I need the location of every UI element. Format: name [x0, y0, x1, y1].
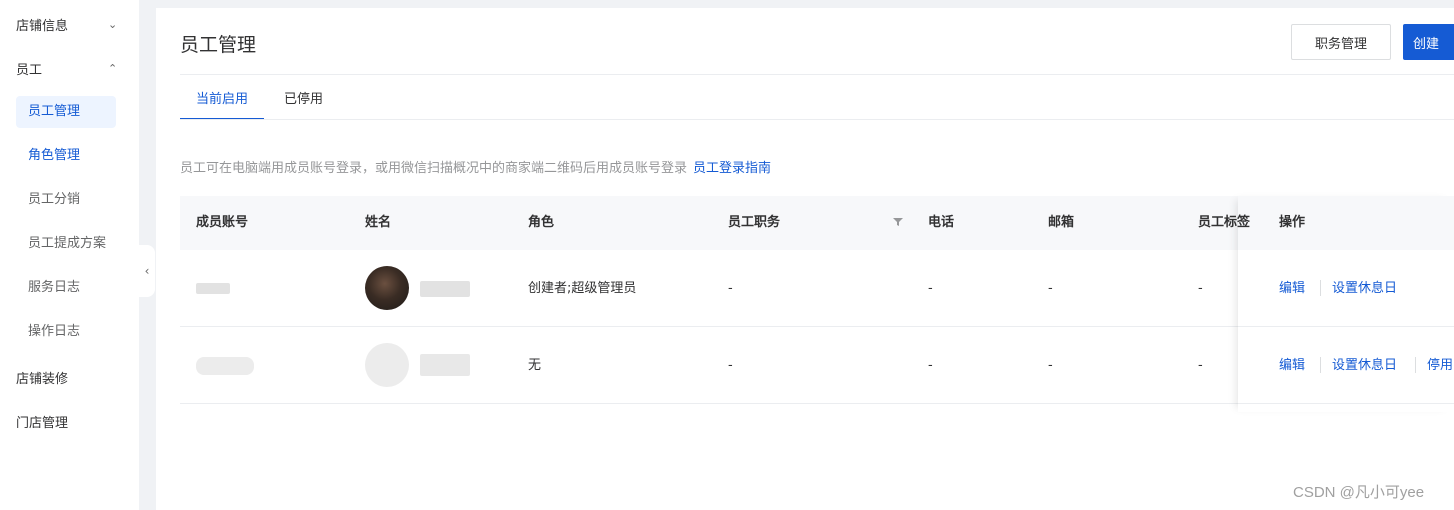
duty-cell: -: [728, 281, 733, 296]
column-header-phone: 电话: [928, 215, 955, 230]
column-header-duty: 员工职务: [728, 215, 781, 230]
table-header: 成员账号 姓名 角色 员工职务 电话 邮箱 员工标签 操作: [180, 196, 1454, 250]
create-staff-button[interactable]: 创建: [1403, 24, 1454, 60]
sidebar-group-label: 店铺装修: [16, 372, 69, 387]
role-cell: 无: [528, 358, 542, 373]
set-rest-day-link[interactable]: 设置休息日: [1332, 327, 1397, 404]
divider: [180, 119, 1454, 120]
sidebar-item-staff-distribution[interactable]: 员工分销: [16, 184, 116, 216]
email-cell: -: [1048, 281, 1053, 296]
divider: [1415, 357, 1416, 373]
sidebar-item-commission-plan[interactable]: 员工提成方案: [16, 228, 116, 260]
divider: [180, 74, 1454, 75]
sidebar-item-role-management[interactable]: 角色管理: [16, 140, 116, 172]
login-guide-link[interactable]: 员工登录指南: [693, 161, 771, 176]
column-header-tag: 员工标签: [1198, 215, 1251, 230]
table-row: 创建者;超级管理员 - - - - 编辑 设置休息日: [180, 250, 1454, 327]
filter-icon[interactable]: [893, 217, 903, 227]
chevron-down-icon: ⌄: [108, 18, 118, 31]
login-tip: 员工可在电脑端用成员账号登录，或用微信扫描概况中的商家端二维码后用成员账号登录员…: [180, 157, 771, 176]
sidebar-item-staff-management[interactable]: 员工管理: [16, 96, 116, 128]
tag-cell: -: [1198, 358, 1203, 373]
table-row: 无 - - - - 编辑 设置休息日 停用: [180, 327, 1454, 404]
role-cell: 创建者;超级管理员: [528, 281, 637, 296]
column-header-name: 姓名: [365, 215, 392, 230]
phone-cell: -: [928, 358, 933, 373]
chevron-up-icon: ⌃: [108, 62, 118, 75]
sidebar-group-label: 门店管理: [16, 416, 69, 431]
column-header-account: 成员账号: [196, 215, 249, 230]
sidebar-item-operation-log[interactable]: 操作日志: [16, 316, 116, 348]
divider: [1320, 280, 1321, 296]
avatar: [365, 266, 409, 310]
sidebar-group-store-decoration[interactable]: 店铺装修: [16, 368, 68, 387]
set-rest-day-link[interactable]: 设置休息日: [1332, 250, 1397, 327]
blurred-account: [196, 283, 230, 294]
chevron-left-icon: ‹: [144, 264, 150, 278]
tab-disabled-staff[interactable]: 已停用: [284, 88, 323, 120]
watermark: CSDN @凡小可yee: [1293, 484, 1425, 501]
tag-cell: -: [1198, 281, 1203, 296]
duty-management-button[interactable]: 职务管理: [1291, 24, 1391, 60]
main-panel: 员工管理 职务管理 创建 当前启用 已停用 员工可在电脑端用成员账号登录，或用微…: [156, 8, 1454, 510]
column-header-email: 邮箱: [1048, 215, 1075, 230]
disable-link[interactable]: 停用: [1427, 327, 1453, 404]
sidebar-group-store-management[interactable]: 门店管理: [16, 412, 68, 431]
sidebar-group-staff[interactable]: 员工 ⌃: [16, 59, 117, 78]
divider: [1320, 357, 1321, 373]
column-header-actions: 操作: [1279, 215, 1306, 230]
sidebar-group-store-info[interactable]: 店铺信息 ⌄: [16, 15, 117, 34]
duty-cell: -: [728, 358, 733, 373]
login-tip-text: 员工可在电脑端用成员账号登录，或用微信扫描概况中的商家端二维码后用成员账号登录: [180, 161, 688, 176]
sidebar-collapse-button[interactable]: ‹: [139, 245, 155, 297]
blurred-account: [196, 357, 254, 375]
page-title: 员工管理: [180, 34, 257, 56]
email-cell: -: [1048, 358, 1053, 373]
tab-active-staff[interactable]: 当前启用: [180, 88, 265, 120]
edit-link[interactable]: 编辑: [1279, 250, 1305, 327]
sidebar: 店铺信息 ⌄ 员工 ⌃ 员工管理 角色管理 员工分销 员工提成方案 服务日志 操…: [0, 0, 139, 510]
sidebar-item-service-log[interactable]: 服务日志: [16, 272, 116, 304]
blurred-name: [420, 354, 470, 376]
column-header-role: 角色: [528, 215, 555, 230]
blurred-name: [420, 281, 470, 297]
edit-link[interactable]: 编辑: [1279, 327, 1305, 404]
sidebar-group-label: 店铺信息: [16, 19, 69, 34]
phone-cell: -: [928, 281, 933, 296]
avatar: [365, 343, 409, 387]
sidebar-group-label: 员工: [16, 63, 43, 78]
